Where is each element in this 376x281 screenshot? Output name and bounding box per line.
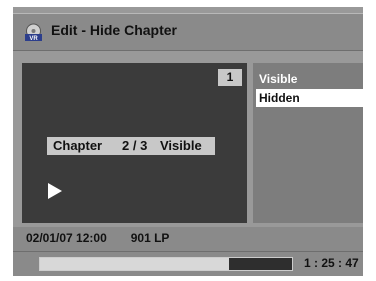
chapter-state: Visible (160, 138, 202, 153)
play-icon (48, 183, 62, 199)
recording-datetime: 02/01/07 12:00 (26, 231, 107, 245)
chapter-number-badge: 1 (218, 69, 242, 86)
progress-row: 1 : 25 : 47 (13, 251, 363, 276)
vr-disc-icon: VR (25, 23, 42, 42)
option-hidden[interactable]: Hidden (256, 89, 370, 107)
chapter-label: Chapter (53, 138, 103, 153)
vr-icon-label: VR (29, 36, 38, 42)
dialog-title: Edit - Hide Chapter (51, 22, 178, 38)
progress-bar (39, 257, 293, 271)
option-visible[interactable]: Visible (256, 70, 370, 88)
status-line: 02/01/07 12:00 901 LP (13, 227, 363, 251)
chapter-info-bar: Chapter 2 / 3 Visible (47, 137, 215, 155)
edit-dialog: VR Edit - Hide Chapter 1 Chapter 2 / 3 V… (13, 7, 370, 276)
status-text: 02/01/07 12:00 901 LP (26, 231, 169, 245)
channel-mode: 901 LP (130, 231, 170, 245)
elapsed-time: 1 : 25 : 47 (304, 256, 359, 270)
chapter-position: 2 / 3 (122, 138, 148, 153)
progress-fill (40, 258, 229, 270)
video-preview: 1 Chapter 2 / 3 Visible (22, 63, 247, 223)
visibility-options: Visible Hidden (253, 63, 370, 223)
title-bar: VR Edit - Hide Chapter (13, 13, 363, 51)
